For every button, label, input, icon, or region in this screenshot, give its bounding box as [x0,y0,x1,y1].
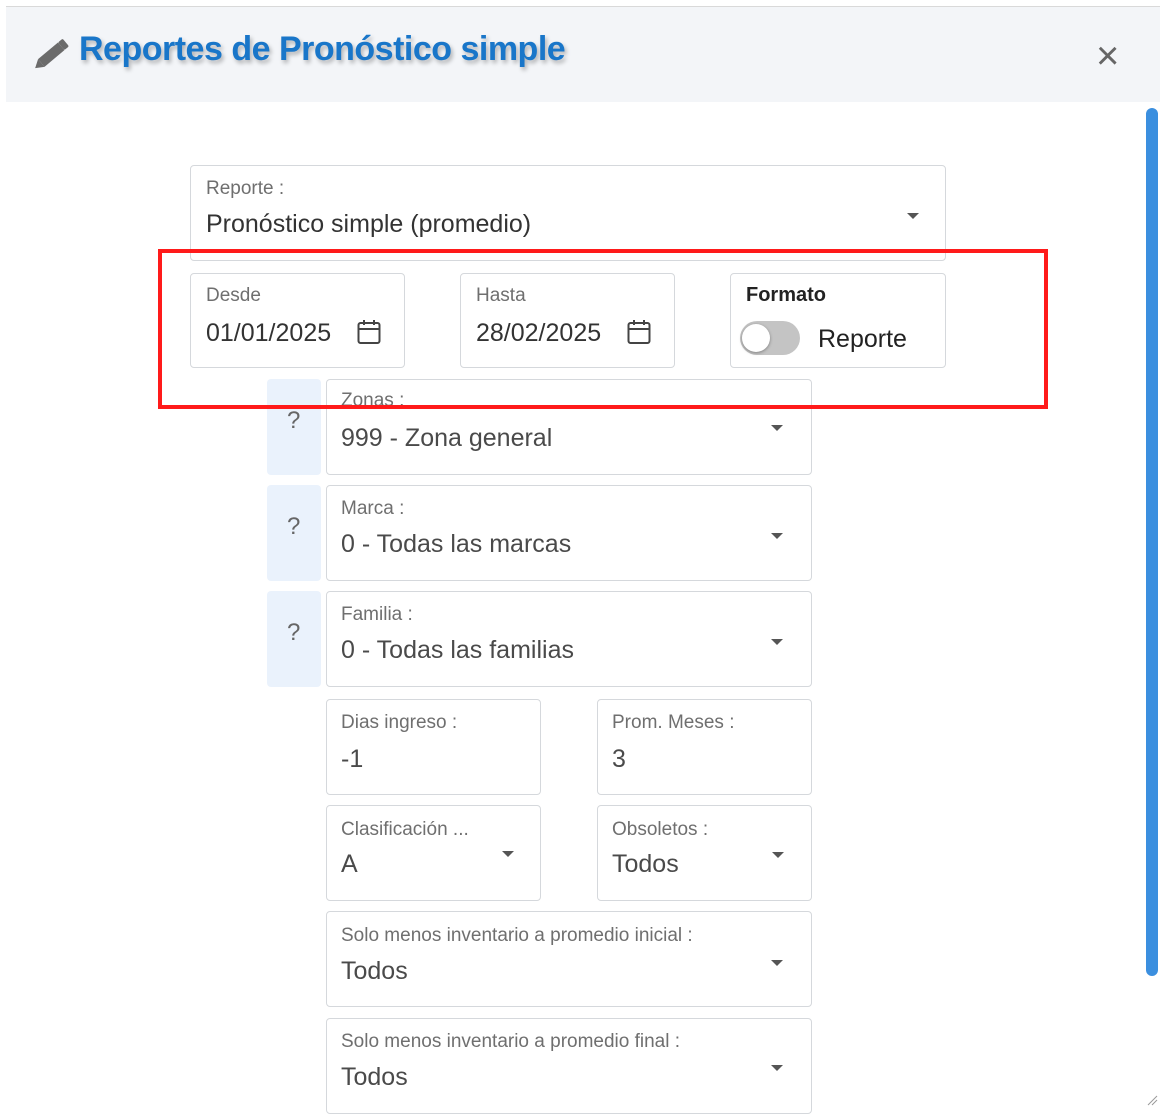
marca-value: 0 - Todas las marcas [341,530,572,558]
solo-menos-final-label: Solo menos inventario a promedio final : [341,1031,681,1052]
highlight-box [158,249,1048,409]
clasificacion-label: Clasificación ... [341,819,469,840]
vertical-scrollbar[interactable] [1146,108,1158,976]
marca-label: Marca : [341,498,405,519]
familia-label: Familia : [341,604,413,625]
help-icon: ? [287,619,301,646]
familia-help-button[interactable]: ? [267,591,321,687]
solo-menos-inicial-value: Todos [341,957,408,985]
caret-down-icon [502,851,514,857]
reporte-select[interactable]: Reporte : Pronóstico simple (promedio) [190,165,946,261]
help-icon: ? [287,407,301,434]
caret-down-icon [772,852,784,858]
caret-down-icon [771,960,783,966]
caret-down-icon [771,639,783,645]
reporte-value: Pronóstico simple (promedio) [206,210,532,238]
prom-meses-label: Prom. Meses : [612,712,735,733]
dias-ingreso-input[interactable]: Dias ingreso : -1 [326,699,541,795]
zonas-value: 999 - Zona general [341,424,553,452]
dialog-title: Reportes de Pronóstico simple [79,30,566,68]
marca-help-button[interactable]: ? [267,485,321,581]
dias-ingreso-value: -1 [341,745,364,773]
obsoletos-select[interactable]: Obsoletos : Todos [597,805,812,901]
caret-down-icon [907,213,919,219]
help-icon: ? [287,513,301,540]
reporte-label: Reporte : [206,178,285,199]
prom-meses-value: 3 [612,745,626,773]
dias-ingreso-label: Dias ingreso : [341,712,458,733]
solo-menos-final-select[interactable]: Solo menos inventario a promedio final :… [326,1018,812,1114]
familia-value: 0 - Todas las familias [341,636,574,664]
close-icon[interactable]: × [1096,36,1119,76]
prom-meses-input[interactable]: Prom. Meses : 3 [597,699,812,795]
caret-down-icon [771,425,783,431]
caret-down-icon [771,533,783,539]
solo-menos-inicial-label: Solo menos inventario a promedio inicial… [341,925,693,946]
resize-handle-icon[interactable] [1146,1094,1158,1106]
obsoletos-label: Obsoletos : [612,819,709,840]
clasificacion-value: A [341,850,358,878]
obsoletos-value: Todos [612,850,679,878]
solo-menos-inicial-select[interactable]: Solo menos inventario a promedio inicial… [326,911,812,1007]
pencil-icon [35,39,69,69]
familia-select[interactable]: Familia : 0 - Todas las familias [326,591,812,687]
solo-menos-final-value: Todos [341,1063,408,1091]
caret-down-icon [771,1065,783,1071]
clasificacion-select[interactable]: Clasificación ... A [326,805,541,901]
marca-select[interactable]: Marca : 0 - Todas las marcas [326,485,812,581]
